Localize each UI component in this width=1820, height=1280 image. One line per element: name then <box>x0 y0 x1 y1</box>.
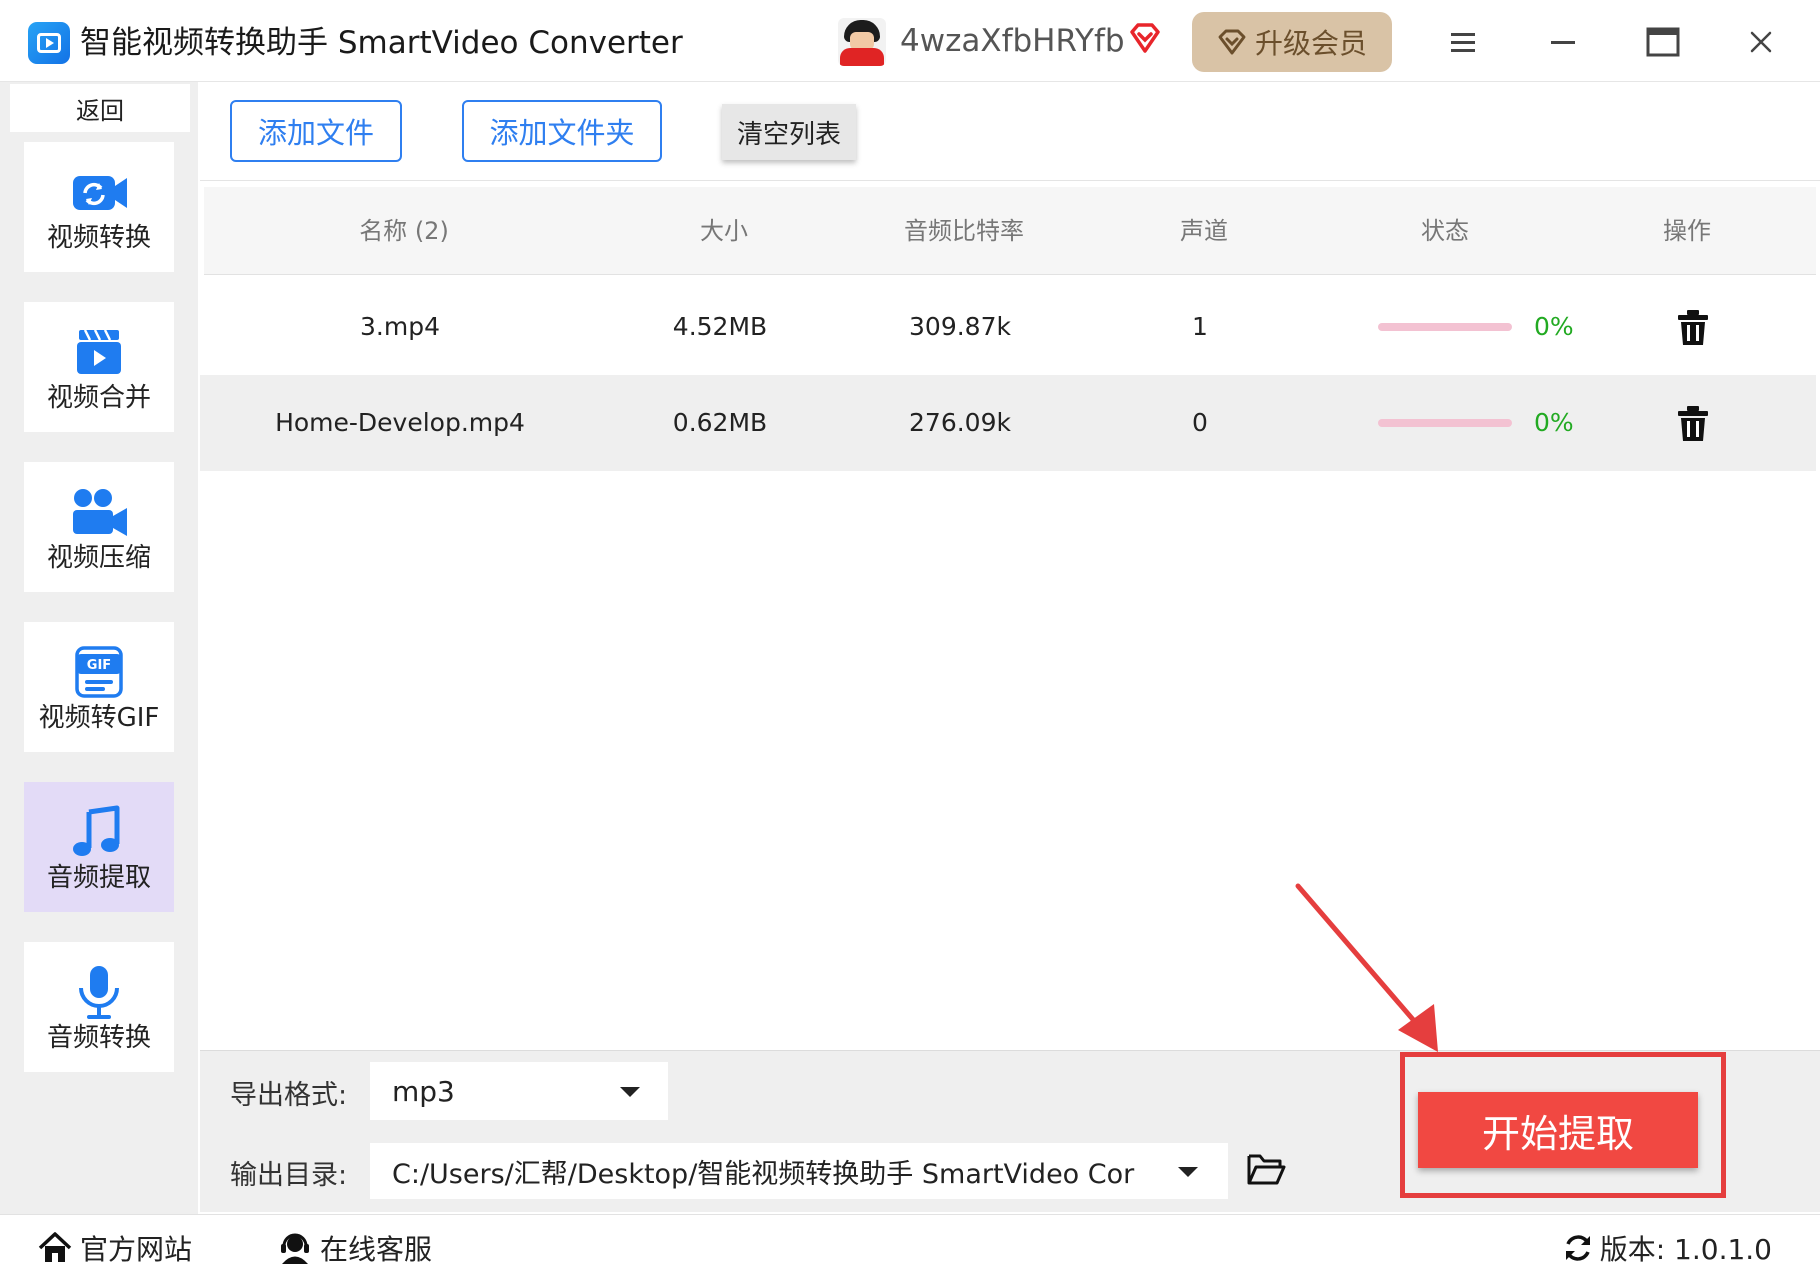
add-file-button[interactable]: 添加文件 <box>230 100 402 162</box>
file-size: 0.62MB <box>672 408 768 437</box>
sidebar-item-video-convert[interactable]: 视频转换 <box>24 142 174 272</box>
sidebar-item-label: 视频转GIF <box>38 703 160 733</box>
table-row[interactable]: 3.mp4 4.52MB 309.87k 1 0% <box>200 279 1816 375</box>
website-label: 官方网站 <box>80 1233 193 1266</box>
sidebar-item-video-compress[interactable]: 视频压缩 <box>24 462 174 592</box>
open-folder-icon[interactable] <box>1246 1152 1286 1186</box>
clear-list-button[interactable]: 清空列表 <box>722 104 856 160</box>
output-dir-label: 输出目录: <box>230 1160 348 1191</box>
diamond-icon <box>1218 29 1246 55</box>
app-logo-icon <box>28 22 70 64</box>
sidebar-item-audio-convert[interactable]: 音频转换 <box>24 942 174 1072</box>
header-status: 状态 <box>1421 217 1469 245</box>
music-note-icon <box>73 805 120 856</box>
user-avatar[interactable] <box>838 18 886 66</box>
progress-bar <box>1378 419 1512 427</box>
hamburger-menu-icon <box>1451 33 1475 52</box>
header-channels: 声道 <box>1180 217 1228 245</box>
header-name: 名称 (2) <box>359 217 449 245</box>
sidebar-item-audio-extract[interactable]: 音频提取 <box>24 782 174 912</box>
table-row[interactable]: Home-Develop.mp4 0.62MB 276.09k 0 0% <box>200 375 1816 471</box>
chevron-down-icon <box>620 1087 640 1097</box>
status-percent: 0% <box>1534 408 1574 437</box>
microphone-icon <box>79 966 119 1019</box>
sidebar-item-video-gif[interactable]: GIF 视频转GIF <box>24 622 174 752</box>
sidebar-item-label: 视频转换 <box>46 223 151 253</box>
trash-icon[interactable] <box>1676 405 1710 443</box>
status-bar: 官方网站 在线客服 版本: 1.0.1.0 <box>0 1214 1820 1280</box>
gif-icon: GIF <box>75 646 123 698</box>
video-convert-icon <box>73 176 127 210</box>
home-icon <box>38 1232 72 1262</box>
support-label: 在线客服 <box>320 1233 433 1266</box>
online-support-link[interactable]: 在线客服 <box>278 1215 432 1280</box>
add-folder-button[interactable]: 添加文件夹 <box>462 100 662 162</box>
close-icon <box>1750 31 1772 53</box>
annotation-arrow <box>1295 883 1438 1052</box>
sidebar: 返回 视频转换 视频合并 视频压缩 GIF 视频转GIF 音频提取 音频转换 <box>0 82 198 1214</box>
upgrade-label: 升级会员 <box>1254 27 1367 60</box>
refresh-icon[interactable] <box>1562 1232 1594 1264</box>
vip-diamond-icon <box>1130 23 1160 53</box>
back-button[interactable]: 返回 <box>10 84 190 132</box>
table-header: 名称 (2) 大小 音频比特率 声道 状态 操作 <box>204 187 1816 275</box>
sidebar-item-video-merge[interactable]: 视频合并 <box>24 302 174 432</box>
format-select[interactable]: mp3 <box>370 1062 668 1120</box>
headset-icon <box>281 1233 309 1264</box>
upgrade-membership-button[interactable]: 升级会员 <box>1192 12 1392 72</box>
file-name: 3.mp4 <box>360 312 440 341</box>
format-label: 导出格式: <box>230 1080 348 1111</box>
official-website-link[interactable]: 官方网站 <box>38 1215 192 1280</box>
status-percent: 0% <box>1534 312 1574 341</box>
app-window: 智能视频转换助手 SmartVideo Converter 4wzaXfbHRY… <box>0 0 1820 1280</box>
file-table: 名称 (2) 大小 音频比特率 声道 状态 操作 3.mp4 4.52MB 30… <box>200 180 1820 1050</box>
minimize-button[interactable] <box>1538 18 1588 66</box>
version-text: 版本: 1.0.1.0 <box>1599 1233 1772 1266</box>
menu-button[interactable] <box>1438 18 1488 66</box>
username[interactable]: 4wzaXfbHRYfb <box>900 18 1125 64</box>
minimize-icon <box>1551 41 1575 44</box>
progress-bar <box>1378 323 1512 331</box>
file-bitrate: 276.09k <box>909 408 1011 437</box>
header-actions: 操作 <box>1663 217 1711 245</box>
maximize-button[interactable] <box>1638 18 1688 66</box>
file-channels: 0 <box>1192 408 1208 437</box>
output-dir-value: C:/Users/汇帮/Desktop/智能视频转换助手 SmartVideo … <box>392 1158 1135 1190</box>
start-extract-button[interactable]: 开始提取 <box>1418 1092 1698 1168</box>
version-info: 版本: 1.0.1.0 <box>1562 1215 1772 1280</box>
sidebar-item-label: 音频转换 <box>46 1023 151 1053</box>
sidebar-item-label: 视频压缩 <box>46 543 151 573</box>
trash-icon[interactable] <box>1676 309 1710 347</box>
header-bitrate: 音频比特率 <box>904 217 1024 245</box>
video-merge-icon <box>77 329 121 374</box>
app-title: 智能视频转换助手 SmartVideo Converter <box>80 25 683 61</box>
video-compress-icon <box>73 489 127 536</box>
format-value: mp3 <box>392 1074 455 1108</box>
title-bar: 智能视频转换助手 SmartVideo Converter 4wzaXfbHRY… <box>0 0 1820 82</box>
file-channels: 1 <box>1192 312 1208 341</box>
output-dir-select[interactable]: C:/Users/汇帮/Desktop/智能视频转换助手 SmartVideo … <box>370 1143 1228 1199</box>
sidebar-item-label: 视频合并 <box>46 383 151 413</box>
chevron-down-icon <box>1178 1167 1198 1177</box>
header-size: 大小 <box>700 217 748 245</box>
file-size: 4.52MB <box>672 312 768 341</box>
svg-text:GIF: GIF <box>87 658 111 673</box>
maximize-icon <box>1646 27 1680 57</box>
file-name: Home-Develop.mp4 <box>275 408 525 437</box>
close-button[interactable] <box>1736 18 1786 66</box>
sidebar-item-label: 音频提取 <box>46 863 151 893</box>
file-bitrate: 309.87k <box>909 312 1011 341</box>
